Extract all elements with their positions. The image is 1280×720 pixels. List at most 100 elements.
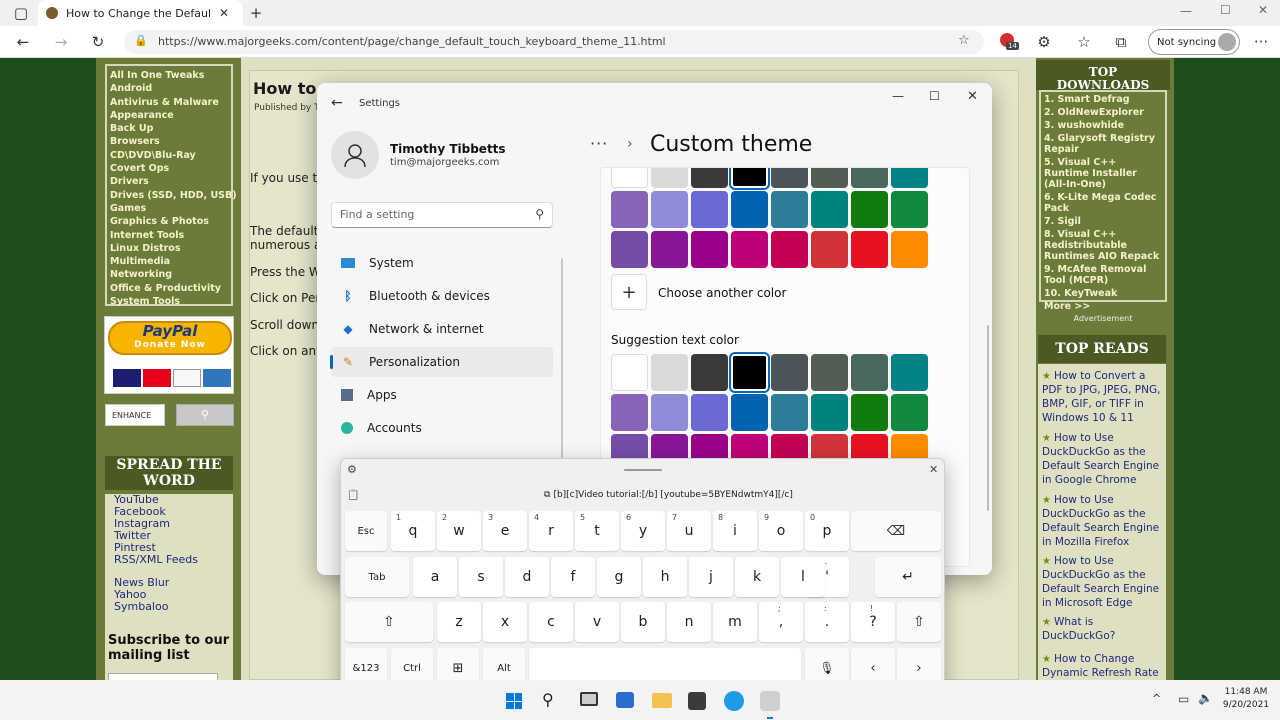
color-swatch[interactable] (891, 231, 928, 268)
key-g[interactable]: g (597, 557, 641, 597)
chevron-up-icon[interactable]: ^ (1152, 692, 1161, 705)
key-l[interactable]: l (781, 557, 825, 597)
minimize-icon[interactable]: — (892, 89, 904, 103)
url-field[interactable]: 🔒 https://www.majorgeeks.com/content/pag… (124, 30, 984, 54)
top-download-link[interactable]: 1. Smart Defrag (1041, 93, 1165, 106)
top-read-item[interactable]: ★ How to Use DuckDuckGo as the Default Se… (1042, 553, 1164, 609)
clock[interactable]: 11:48 AM 9/20/2021 (1220, 686, 1272, 712)
maximize-icon[interactable]: ☐ (1220, 3, 1231, 17)
color-swatch[interactable] (771, 394, 808, 431)
color-swatch[interactable] (771, 168, 808, 188)
backspace-key[interactable]: ⌫ (851, 511, 941, 551)
key-e[interactable]: 3e (483, 511, 527, 551)
key-u[interactable]: 7u (667, 511, 711, 551)
color-swatch[interactable] (651, 354, 688, 391)
key-o[interactable]: 9o (759, 511, 803, 551)
nav-network[interactable]: ◆ Network & internet (331, 314, 553, 344)
favorites-icon[interactable]: ☆ (1073, 31, 1095, 53)
category-link[interactable]: Networking (107, 268, 231, 281)
top-read-link[interactable]: How to Use DuckDuckGo as the Default Sea… (1042, 432, 1159, 486)
color-swatch[interactable] (611, 354, 648, 391)
color-swatch[interactable] (651, 168, 688, 188)
close-window-icon[interactable]: ✕ (1258, 3, 1268, 17)
color-swatch[interactable] (691, 168, 728, 188)
top-download-link[interactable]: 3. wushowhide (1041, 119, 1165, 132)
color-swatch[interactable] (691, 191, 728, 228)
category-link[interactable]: Browsers (107, 135, 231, 148)
top-read-item[interactable]: ★ How to Use DuckDuckGo as the Default Se… (1042, 492, 1164, 548)
category-link[interactable]: Antivirus & Malware (107, 96, 231, 109)
shift-left-key[interactable]: ⇧ (345, 602, 433, 642)
key-m[interactable]: m (713, 602, 757, 642)
top-read-item[interactable]: ★ How to Convert a PDF to JPG, JPEG, PNG,… (1042, 368, 1164, 424)
color-swatch[interactable] (691, 231, 728, 268)
volume-icon[interactable]: 🔈 (1198, 691, 1213, 705)
color-swatch[interactable] (611, 394, 648, 431)
key-c[interactable]: c (529, 602, 573, 642)
category-link[interactable]: All In One Tweaks (107, 69, 231, 82)
category-link[interactable]: Multimedia (107, 255, 231, 268)
color-swatch[interactable] (611, 191, 648, 228)
color-swatch[interactable] (851, 191, 888, 228)
top-download-link[interactable]: 4. Glarysoft Registry Repair (1041, 132, 1165, 156)
key-p[interactable]: 0p (805, 511, 849, 551)
key-period[interactable]: :. (805, 602, 849, 642)
more-menu-icon[interactable]: ··· (1250, 31, 1272, 53)
color-swatch[interactable] (611, 231, 648, 268)
key-z[interactable]: z (437, 602, 481, 642)
color-swatch[interactable] (651, 191, 688, 228)
color-swatch[interactable] (851, 231, 888, 268)
top-download-link[interactable]: 5. Visual C++ Runtime Installer (All-In-… (1041, 156, 1165, 191)
nav-accounts[interactable]: Accounts (331, 413, 553, 443)
category-link[interactable]: Drives (SSD, HDD, USB) (107, 189, 237, 202)
color-swatch[interactable] (891, 168, 928, 188)
user-avatar[interactable] (331, 131, 379, 179)
content-scrollbar[interactable] (987, 325, 989, 511)
color-swatch[interactable] (611, 168, 648, 188)
key-v[interactable]: v (575, 602, 619, 642)
category-link[interactable]: Covert Ops (107, 162, 231, 175)
key-k[interactable]: k (735, 557, 779, 597)
color-swatch[interactable] (771, 231, 808, 268)
color-swatch[interactable] (729, 168, 770, 190)
social-link[interactable]: Symbaloo (108, 601, 230, 613)
category-link[interactable]: Drivers (107, 175, 231, 188)
key-q[interactable]: 1q (391, 511, 435, 551)
top-download-link[interactable]: 2. OldNewExplorer (1041, 106, 1165, 119)
tab-key[interactable]: Tab (345, 557, 409, 597)
category-link[interactable]: Back Up (107, 122, 231, 135)
back-icon[interactable]: ← (12, 31, 34, 53)
top-download-link[interactable]: 8. Visual C++ Redistributable Runtimes A… (1041, 228, 1165, 263)
category-link[interactable]: Office & Productivity (107, 282, 231, 295)
color-swatch[interactable] (771, 354, 808, 391)
color-swatch[interactable] (891, 394, 928, 431)
color-swatch[interactable] (691, 354, 728, 391)
top-download-link[interactable]: 6. K-Lite Mega Codec Pack (1041, 191, 1165, 215)
top-download-link[interactable]: 7. Sigil (1041, 215, 1165, 228)
nav-apps[interactable]: Apps (331, 380, 553, 410)
widgets-icon[interactable] (616, 692, 634, 708)
choose-color-link[interactable]: Choose another color (658, 286, 786, 300)
key-question[interactable]: !? (851, 602, 895, 642)
color-swatch[interactable] (811, 394, 848, 431)
color-swatch[interactable] (731, 394, 768, 431)
key-d[interactable]: d (505, 557, 549, 597)
tab-actions-icon[interactable]: ▢ (10, 2, 32, 24)
color-swatch[interactable] (851, 394, 888, 431)
key-b[interactable]: b (621, 602, 665, 642)
key-y[interactable]: 6y (621, 511, 665, 551)
breadcrumb-more[interactable]: ··· (590, 134, 608, 153)
color-swatch[interactable] (729, 352, 770, 393)
category-link[interactable]: Linux Distros (107, 242, 231, 255)
network-icon[interactable]: ▭ (1178, 692, 1189, 706)
collections-icon[interactable]: ⧉ (1110, 31, 1132, 53)
color-swatch[interactable] (651, 394, 688, 431)
settings-search-input[interactable]: Find a setting ⚲ (331, 202, 553, 228)
top-download-link[interactable]: 9. McAfee Removal Tool (MCPR) (1041, 263, 1165, 287)
forward-icon[interactable]: → (50, 31, 72, 53)
category-link[interactable]: Graphics & Photos (107, 215, 231, 228)
search-icon[interactable]: ⚲ (176, 404, 234, 426)
color-swatch[interactable] (891, 354, 928, 391)
add-color-icon[interactable]: + (611, 274, 647, 310)
enter-key[interactable]: ↵ (875, 557, 941, 597)
